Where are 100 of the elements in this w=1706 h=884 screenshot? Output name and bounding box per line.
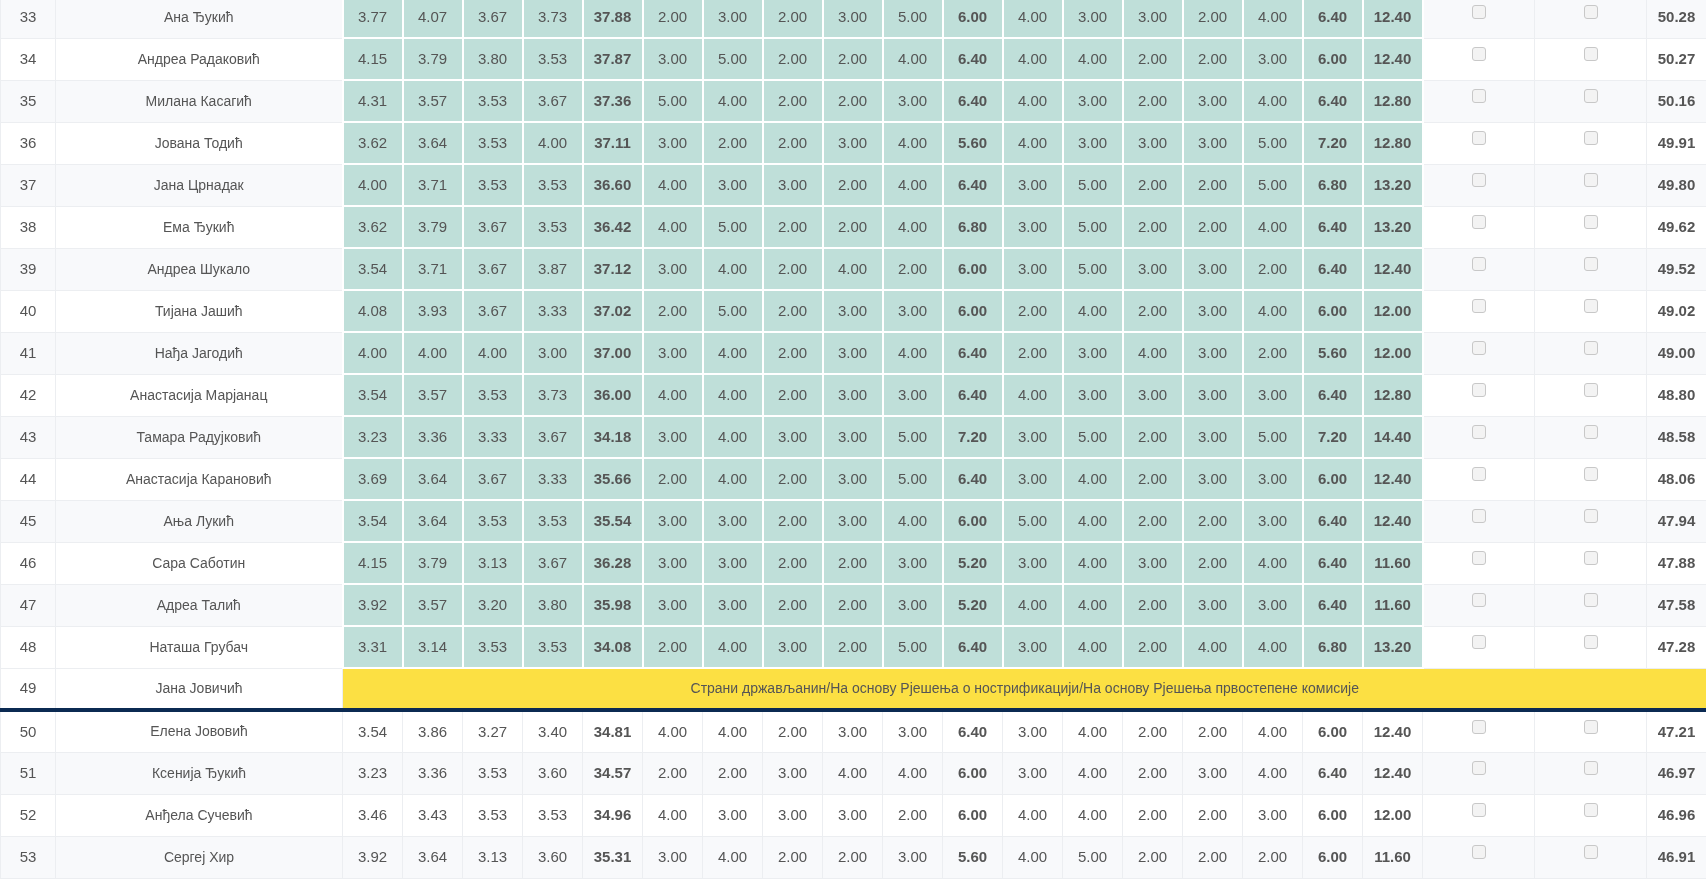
score-cell: 2.00 bbox=[1122, 626, 1183, 668]
score-cell: 3.00 bbox=[1002, 752, 1063, 794]
row-number: 35 bbox=[0, 80, 56, 122]
checkbox[interactable] bbox=[1583, 4, 1598, 19]
checkbox[interactable] bbox=[1583, 424, 1598, 439]
score-cell: 4.00 bbox=[822, 248, 883, 290]
score-cell: 3.00 bbox=[702, 500, 763, 542]
checkbox[interactable] bbox=[1583, 844, 1598, 859]
checkbox[interactable] bbox=[1583, 88, 1598, 103]
score-cell: 3.00 bbox=[1182, 416, 1243, 458]
score-cell: 5.60 bbox=[1302, 332, 1363, 374]
score-cell: 3.00 bbox=[1182, 458, 1243, 500]
score-cell: 7.20 bbox=[942, 416, 1003, 458]
checkbox[interactable] bbox=[1471, 720, 1486, 734]
checkbox[interactable] bbox=[1583, 382, 1598, 397]
score-cell: 3.00 bbox=[822, 0, 883, 38]
score-cell: 3.00 bbox=[762, 416, 823, 458]
checkbox[interactable] bbox=[1471, 214, 1486, 229]
score-cell: 4.00 bbox=[702, 710, 763, 752]
checkbox[interactable] bbox=[1583, 298, 1598, 313]
row-number: 52 bbox=[0, 794, 56, 836]
checkbox[interactable] bbox=[1583, 256, 1598, 271]
score-cell: 2.00 bbox=[1122, 38, 1183, 80]
checkbox[interactable] bbox=[1471, 88, 1486, 103]
score-cell: 12.80 bbox=[1362, 374, 1423, 416]
score-cell: 3.00 bbox=[1182, 80, 1243, 122]
checkbox[interactable] bbox=[1583, 802, 1598, 817]
checkbox[interactable] bbox=[1471, 760, 1486, 775]
score-cell: 3.73 bbox=[522, 0, 583, 38]
score-cell: 12.40 bbox=[1362, 752, 1423, 794]
score-cell: 2.00 bbox=[762, 38, 823, 80]
score-cell: 5.00 bbox=[702, 38, 763, 80]
checkbox[interactable] bbox=[1471, 592, 1486, 607]
score-cell: 3.53 bbox=[462, 794, 523, 836]
score-cell: 3.67 bbox=[522, 80, 583, 122]
score-cell: 6.00 bbox=[1302, 38, 1363, 80]
score-cell: 3.00 bbox=[1002, 626, 1063, 668]
score-cell: 3.00 bbox=[1182, 122, 1243, 164]
checkbox[interactable] bbox=[1471, 466, 1486, 481]
score-cell: 3.13 bbox=[462, 836, 523, 878]
score-cell: 3.00 bbox=[822, 374, 883, 416]
score-cell: 12.40 bbox=[1362, 710, 1423, 752]
score-cell: 5.00 bbox=[1242, 416, 1303, 458]
score-cell: 2.00 bbox=[882, 794, 943, 836]
checkbox[interactable] bbox=[1583, 592, 1598, 607]
checkbox[interactable] bbox=[1583, 340, 1598, 355]
checkbox[interactable] bbox=[1471, 172, 1486, 187]
checkbox[interactable] bbox=[1471, 298, 1486, 313]
score-cell: 3.00 bbox=[762, 626, 823, 668]
score-cell: 2.00 bbox=[762, 584, 823, 626]
checkbox[interactable] bbox=[1471, 46, 1486, 61]
score-cell: 3.40 bbox=[522, 710, 583, 752]
score-cell: 3.67 bbox=[462, 0, 523, 38]
checkbox[interactable] bbox=[1471, 4, 1486, 19]
checkbox[interactable] bbox=[1471, 382, 1486, 397]
score-cell: 4.00 bbox=[1122, 332, 1183, 374]
checkbox[interactable] bbox=[1471, 844, 1486, 859]
checkbox[interactable] bbox=[1583, 172, 1598, 187]
score-cell: 4.15 bbox=[342, 542, 403, 584]
score-cell: 4.07 bbox=[402, 0, 463, 38]
score-cell: 37.36 bbox=[582, 80, 643, 122]
score-cell: 6.40 bbox=[1302, 206, 1363, 248]
checkbox[interactable] bbox=[1471, 802, 1486, 817]
checkbox[interactable] bbox=[1583, 634, 1598, 649]
checkbox[interactable] bbox=[1471, 130, 1486, 145]
score-cell: 3.00 bbox=[882, 542, 943, 584]
score-cell: 3.53 bbox=[462, 80, 523, 122]
checkbox[interactable] bbox=[1583, 550, 1598, 565]
score-cell: 3.00 bbox=[1182, 290, 1243, 332]
checkbox[interactable] bbox=[1471, 424, 1486, 439]
checkbox[interactable] bbox=[1583, 720, 1598, 734]
student-name: Елена Јововић bbox=[55, 710, 343, 752]
checkbox[interactable] bbox=[1471, 634, 1486, 649]
checkbox[interactable] bbox=[1471, 550, 1486, 565]
score-cell: 4.00 bbox=[642, 206, 703, 248]
score-cell: 34.08 bbox=[582, 626, 643, 668]
score-cell: 2.00 bbox=[762, 248, 823, 290]
score-cell: 3.67 bbox=[462, 458, 523, 500]
row-number: 48 bbox=[0, 626, 56, 668]
score-cell: 4.00 bbox=[1062, 626, 1123, 668]
score-cell: 4.00 bbox=[1242, 290, 1303, 332]
checkbox[interactable] bbox=[1583, 466, 1598, 481]
score-cell: 3.00 bbox=[822, 416, 883, 458]
score-cell: 2.00 bbox=[1242, 836, 1303, 878]
checkbox[interactable] bbox=[1583, 214, 1598, 229]
checkbox[interactable] bbox=[1583, 130, 1598, 145]
checkbox[interactable] bbox=[1471, 508, 1486, 523]
checkbox[interactable] bbox=[1471, 256, 1486, 271]
score-cell: 3.00 bbox=[882, 80, 943, 122]
score-cell: 3.00 bbox=[1122, 0, 1183, 38]
score-cell: 3.73 bbox=[522, 374, 583, 416]
score-cell: 4.00 bbox=[1062, 542, 1123, 584]
score-cell: 2.00 bbox=[1122, 710, 1183, 752]
row-number: 34 bbox=[0, 38, 56, 80]
checkbox[interactable] bbox=[1583, 46, 1598, 61]
checkbox[interactable] bbox=[1471, 340, 1486, 355]
score-cell: 2.00 bbox=[1182, 38, 1243, 80]
score-cell: 5.00 bbox=[1062, 206, 1123, 248]
checkbox[interactable] bbox=[1583, 760, 1598, 775]
checkbox[interactable] bbox=[1583, 508, 1598, 523]
